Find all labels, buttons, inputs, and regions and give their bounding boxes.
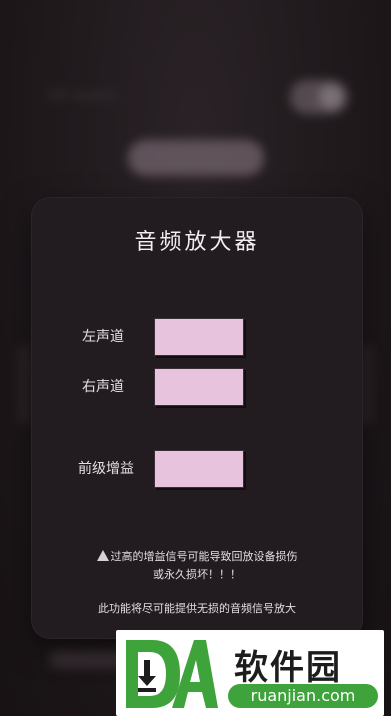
left-channel-row: 左声道 [32,318,362,356]
warning-line-2: 或永久损坏！！！ [153,568,241,581]
audio-amplifier-dialog: 音频放大器 左声道 右声道 前级增益 过高的增益信号可能导致回放设备损伤 或永久… [32,198,362,638]
watermark-logo-icon [126,640,218,708]
background-panel-left [18,345,32,425]
background-button [128,140,264,176]
dialog-title: 音频放大器 [134,230,260,255]
watermark-title: 软件园 [234,648,342,688]
right-channel-input[interactable] [154,368,244,406]
warning-icon [96,550,109,561]
info-text: 此功能将尽可能提供无损的音频信号放大 [98,602,296,615]
watermark: 软件园 ruanjian.com [116,630,384,716]
warning-text: 过高的增益信号可能导致回放设备损伤 或永久损坏！！！ [52,548,342,584]
preamp-gain-row: 前级增益 [32,450,362,488]
background-toggle [290,80,348,114]
toggle-knob [319,85,343,109]
screen: 3D Audio 音频放大器 左声道 右声道 前级增益 过高的增益信号可能导致回… [0,0,391,716]
right-channel-row: 右声道 [32,368,362,406]
watermark-url: ruanjian.com [228,684,378,708]
warning-line-1: 过高的增益信号可能导致回放设备损伤 [110,550,298,563]
preamp-gain-label: 前级增益 [78,461,134,477]
left-channel-input[interactable] [154,318,244,356]
background-label: 3D Audio [46,88,118,104]
left-channel-label: 左声道 [82,329,124,345]
right-channel-label: 右声道 [82,379,124,395]
preamp-gain-input[interactable] [154,450,244,488]
